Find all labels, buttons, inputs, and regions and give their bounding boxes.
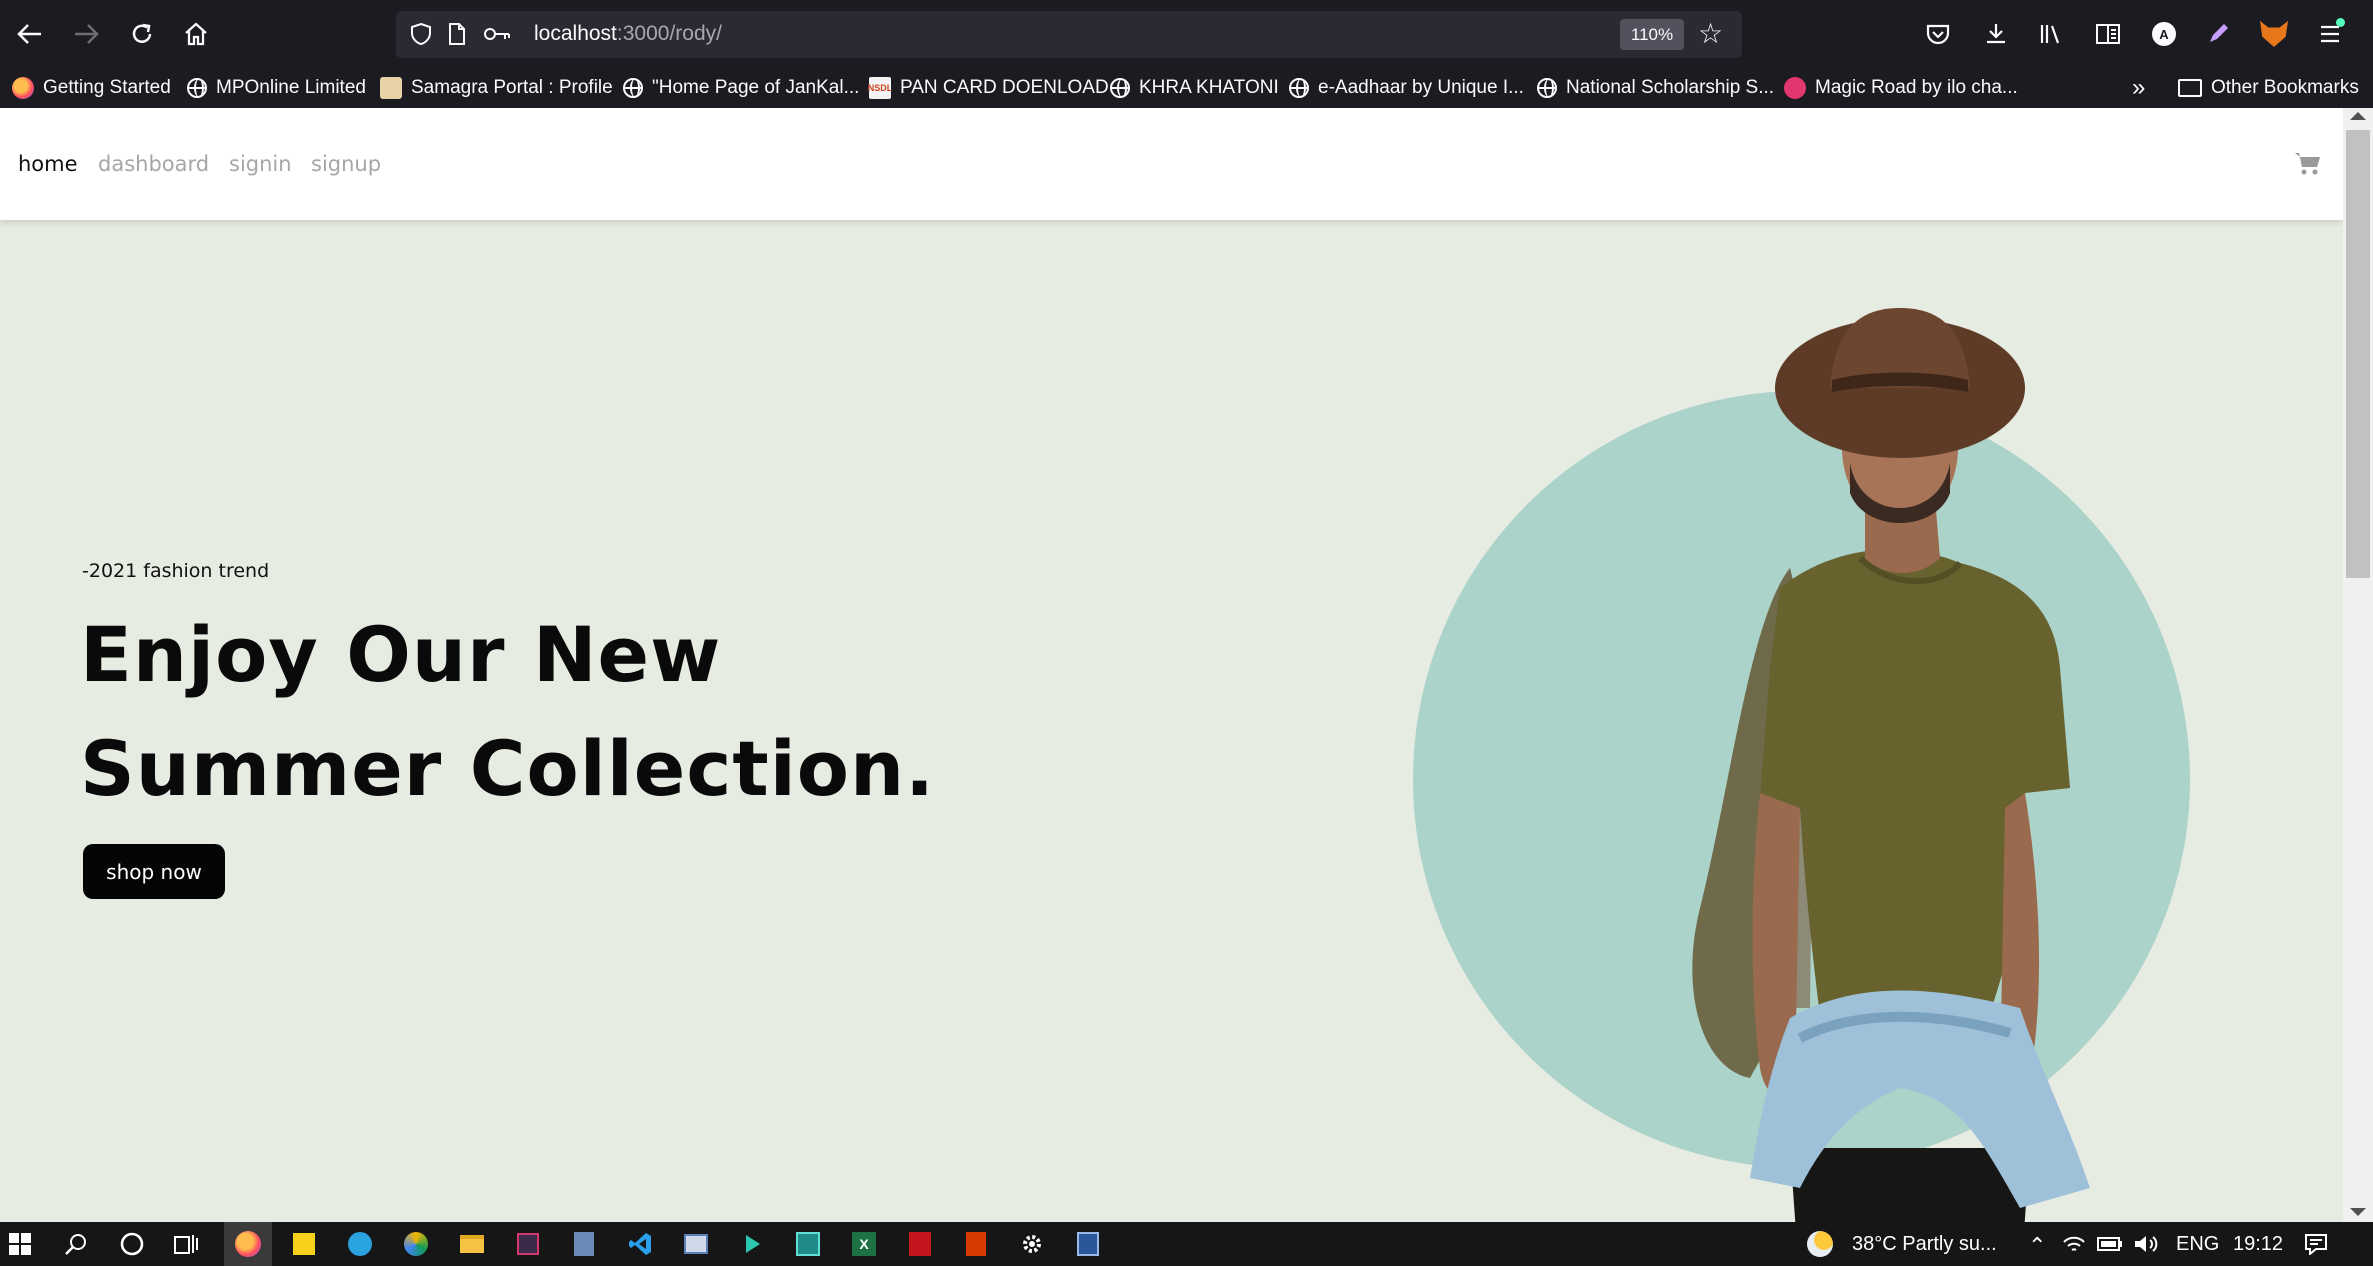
windows-start-icon[interactable] xyxy=(6,1230,34,1258)
account-avatar[interactable]: A xyxy=(2144,14,2184,54)
pocket-icon[interactable] xyxy=(1918,14,1958,54)
hero-eyebrow: -2021 fashion trend xyxy=(82,560,270,582)
language-indicator[interactable]: ENG xyxy=(2176,1233,2219,1256)
tray-chevron-up-icon[interactable]: ⌃ xyxy=(2028,1233,2046,1259)
library-icon[interactable] xyxy=(2032,14,2072,54)
site-navbar: home dashboard signin signup xyxy=(0,108,2343,220)
scroll-up-arrow-icon[interactable] xyxy=(2350,112,2366,120)
nav-home[interactable]: home xyxy=(18,152,78,176)
id-card-app-icon[interactable] xyxy=(682,1230,710,1258)
forward-arrow-icon[interactable] xyxy=(66,14,106,54)
bookmark-khra-khatoni[interactable]: KHRA KHATONI xyxy=(1110,74,1279,102)
browser-app-icon[interactable] xyxy=(402,1230,430,1258)
folder-icon xyxy=(2178,79,2202,97)
hero-title-line-1: Enjoy Our New xyxy=(80,610,722,699)
nav-signin[interactable]: signin xyxy=(229,152,292,176)
shield-icon[interactable] xyxy=(406,19,436,49)
globe-icon xyxy=(187,78,207,98)
office-icon[interactable] xyxy=(962,1230,990,1258)
nav-signup[interactable]: signup xyxy=(311,152,381,176)
reader-view-icon[interactable] xyxy=(2088,14,2128,54)
notifications-icon[interactable] xyxy=(2302,1230,2330,1258)
bookmark-magic-road[interactable]: Magic Road by ilo cha... xyxy=(1784,74,2018,102)
calculator-icon[interactable] xyxy=(570,1230,598,1258)
url-text[interactable]: localhost:3000/rody/ xyxy=(534,22,722,46)
volume-icon[interactable] xyxy=(2132,1230,2160,1258)
nsdl-favicon: NSDL xyxy=(868,77,892,99)
firefox-taskbar-icon[interactable] xyxy=(234,1230,262,1258)
bookmarks-overflow-chevron-icon[interactable]: » xyxy=(2132,74,2145,102)
site-favicon xyxy=(380,77,402,99)
page-scrollbar[interactable] xyxy=(2343,108,2373,1222)
bookmark-e-aadhaar[interactable]: e-Aadhaar by Unique I... xyxy=(1289,74,1524,102)
cart-icon[interactable] xyxy=(2294,150,2322,176)
settings-gear-icon[interactable] xyxy=(1018,1230,1046,1258)
bookmark-pan-card[interactable]: NSDL PAN CARD DOENLOAD xyxy=(868,74,1109,102)
vscode-icon[interactable] xyxy=(626,1230,654,1258)
search-icon[interactable] xyxy=(62,1230,90,1258)
update-badge xyxy=(2336,18,2345,27)
firefox-icon xyxy=(12,77,34,99)
file-explorer-icon[interactable] xyxy=(458,1230,486,1258)
scrollbar-thumb[interactable] xyxy=(2346,130,2370,578)
extension-pen-icon[interactable] xyxy=(2198,14,2238,54)
bookmark-samagra[interactable]: Samagra Portal : Profile xyxy=(380,74,613,102)
key-icon[interactable] xyxy=(482,19,512,49)
task-view-icon[interactable] xyxy=(172,1230,200,1258)
hero-title-line-2: Summer Collection. xyxy=(80,724,935,813)
url-bar[interactable]: localhost:3000/rody/ 110% ☆ xyxy=(396,11,1742,58)
globe-icon xyxy=(1289,78,1309,98)
page-viewport: home dashboard signin signup -2021 fashi… xyxy=(0,108,2343,1222)
home-icon[interactable] xyxy=(176,14,216,54)
globe-icon xyxy=(1110,78,1130,98)
weather-partly-sunny-icon[interactable] xyxy=(1806,1230,1834,1258)
bookmark-jankalyan[interactable]: "Home Page of JanKal... xyxy=(623,74,859,102)
shop-now-button[interactable]: shop now xyxy=(83,844,225,899)
excel-icon[interactable]: X xyxy=(850,1230,878,1258)
weather-text[interactable]: 38°C Partly su... xyxy=(1852,1233,1997,1256)
bookmarks-toolbar: Getting Started MPOnline Limited Samagra… xyxy=(0,68,2373,108)
nav-dashboard[interactable]: dashboard xyxy=(98,152,209,176)
bookmark-national-scholarship[interactable]: National Scholarship S... xyxy=(1537,74,1774,102)
scroll-down-arrow-icon[interactable] xyxy=(2350,1208,2366,1216)
globe-icon xyxy=(623,78,643,98)
hero-title: Enjoy Our New Summer Collection. xyxy=(80,598,935,826)
sticky-notes-icon[interactable] xyxy=(290,1230,318,1258)
zoom-level[interactable]: 110% xyxy=(1620,19,1684,50)
bookmark-getting-started[interactable]: Getting Started xyxy=(12,74,171,102)
magic-road-favicon xyxy=(1784,77,1806,99)
windows-taskbar: X 38°C Partly su... ⌃ ENG 19:12 xyxy=(0,1222,2373,1266)
page-icon[interactable] xyxy=(442,19,472,49)
bookmark-mponline[interactable]: MPOnline Limited xyxy=(187,74,366,102)
reload-icon[interactable] xyxy=(122,14,162,54)
bookmark-star-icon[interactable]: ☆ xyxy=(1698,17,1723,50)
metamask-fox-icon[interactable] xyxy=(2254,14,2294,54)
video-app-icon[interactable] xyxy=(514,1230,542,1258)
wifi-icon[interactable] xyxy=(2060,1230,2088,1258)
download-icon[interactable] xyxy=(1976,14,2016,54)
battery-icon[interactable] xyxy=(2096,1230,2124,1258)
telegram-icon[interactable] xyxy=(346,1230,374,1258)
browser-toolbar: localhost:3000/rody/ 110% ☆ A xyxy=(0,0,2373,68)
other-bookmarks[interactable]: Other Bookmarks xyxy=(2178,74,2359,102)
player-app-icon[interactable] xyxy=(794,1230,822,1258)
cortana-icon[interactable] xyxy=(118,1230,146,1258)
hero-model-image xyxy=(1692,308,2090,1222)
back-arrow-icon[interactable] xyxy=(10,14,50,54)
word-document-icon[interactable] xyxy=(1074,1230,1102,1258)
clock[interactable]: 19:12 xyxy=(2233,1233,2283,1256)
acrobat-icon[interactable] xyxy=(906,1230,934,1258)
media-player-icon[interactable] xyxy=(738,1230,766,1258)
globe-icon xyxy=(1537,78,1557,98)
